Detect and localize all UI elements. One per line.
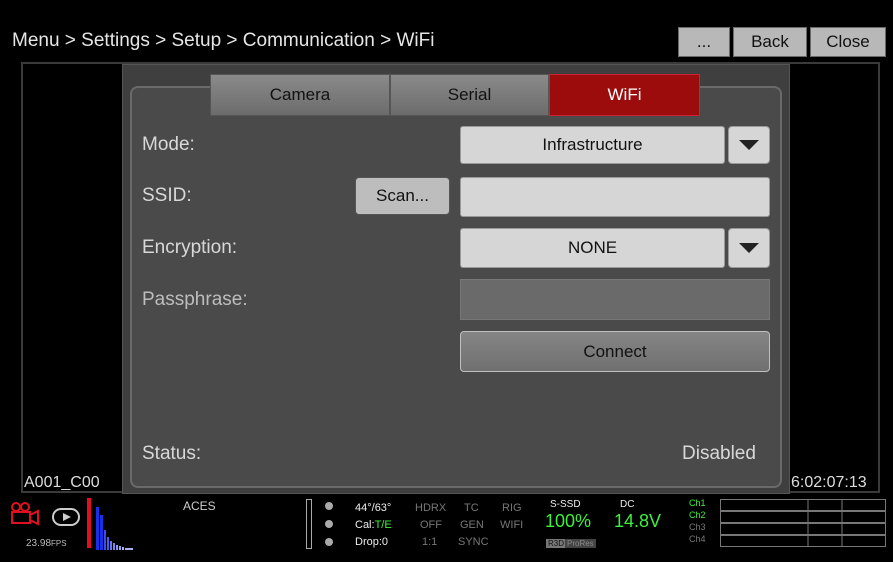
clip-name: A001_C00	[24, 474, 100, 491]
r3d-badge: R3D	[546, 539, 567, 548]
close-button[interactable]: Close	[810, 27, 886, 57]
timecode: 6:02:07:13	[791, 474, 867, 491]
tab-camera[interactable]: Camera	[210, 74, 390, 116]
fps-value: 23.98	[26, 538, 52, 549]
power-label: DC	[620, 499, 635, 510]
status-label: Status:	[142, 443, 202, 464]
sensor-temp: 44°/63°	[355, 502, 392, 514]
channel-3: Ch3	[689, 522, 706, 532]
mode-label: Mode:	[142, 134, 195, 155]
drop-frames: Drop:0	[355, 536, 389, 548]
hdrx-state: OFF	[420, 519, 442, 531]
tab-wifi[interactable]: WiFi	[549, 74, 700, 116]
connect-button[interactable]: Connect	[460, 331, 770, 372]
mode-select[interactable]: Infrastructure	[460, 126, 725, 164]
cal-label: Cal:	[355, 519, 375, 531]
rig-label: RIG	[502, 502, 522, 514]
breadcrumb: Menu > Settings > Setup > Communication …	[12, 30, 435, 51]
channel-2: Ch2	[689, 510, 706, 520]
tc-sync: SYNC	[458, 536, 489, 548]
media-label: S-SSD	[550, 499, 581, 510]
hdrx-ratio: 1:1	[422, 536, 438, 548]
mode-dropdown-button[interactable]	[728, 126, 770, 164]
indicator-dot	[325, 520, 333, 528]
more-button[interactable]: ...	[678, 27, 730, 57]
encryption-label: Encryption:	[142, 237, 238, 258]
ssid-label: SSID:	[142, 185, 192, 206]
chevron-down-icon	[739, 140, 759, 150]
media-remaining: 100%	[545, 511, 592, 531]
chevron-down-icon	[739, 243, 759, 253]
encryption-select[interactable]: NONE	[460, 228, 725, 268]
power-voltage: 14.8V	[614, 511, 662, 531]
histogram	[96, 507, 133, 550]
channel-1: Ch1	[689, 498, 706, 508]
prores-badge: ProRes	[565, 539, 596, 548]
fps-unit: FPS	[51, 539, 67, 548]
rig-wifi: WIFI	[500, 519, 524, 531]
passphrase-label: Passphrase:	[142, 289, 248, 310]
indicator-dot	[325, 538, 333, 546]
tab-serial[interactable]: Serial	[390, 74, 549, 116]
indicator-dot	[325, 502, 333, 510]
passphrase-input[interactable]	[460, 279, 770, 320]
hdrx-label: HDRX	[415, 502, 447, 514]
encryption-dropdown-button[interactable]	[728, 228, 770, 268]
scan-button[interactable]: Scan...	[355, 177, 450, 215]
record-level-bar	[87, 498, 91, 548]
back-button[interactable]: Back	[733, 27, 807, 57]
tc-label: TC	[464, 502, 479, 514]
audio-meter	[306, 499, 312, 549]
play-icon[interactable]	[52, 508, 80, 526]
fps-readout: 23.98FPS	[26, 538, 67, 549]
channel-4: Ch4	[689, 534, 706, 544]
color-space: ACES	[183, 499, 216, 513]
ssid-input[interactable]	[460, 177, 770, 217]
cal-value: T/E	[374, 519, 392, 531]
status-value: Disabled	[682, 443, 756, 464]
audio-channel-meters	[720, 499, 886, 547]
tc-state: GEN	[460, 519, 484, 531]
calibration-status: Cal:T/E	[355, 519, 392, 531]
camera-icon	[11, 502, 39, 526]
